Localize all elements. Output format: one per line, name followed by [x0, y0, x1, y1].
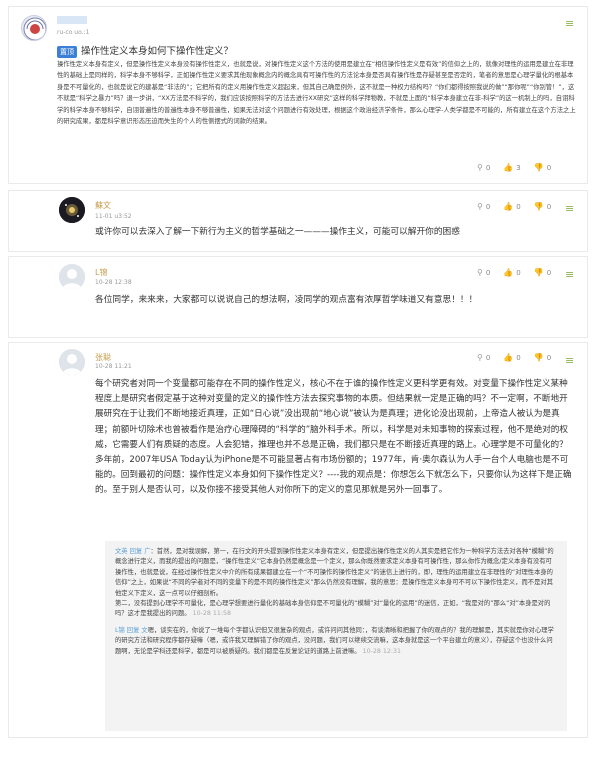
- comment-stats: ⚲ 0 👍 0 👎 0: [477, 353, 551, 362]
- thumbs-down-icon: 👎: [533, 202, 544, 211]
- discussion-page: ru-co uo.:1 ≡ 置顶 操作性定义本身如何下操作性定义？ 操作性定义本身…: [0, 0, 596, 760]
- question-title-text: 操作性定义本身如何下操作性定义？: [81, 46, 234, 57]
- comment-card: L锦 10-28 12:38 ⚲ 0 👍 0 👎 0 ≡ 各位同学，来来来，大家都可以…: [8, 256, 588, 338]
- eye-icon: ⚲: [477, 268, 483, 277]
- dislike-stat[interactable]: 👎 0: [534, 163, 551, 172]
- eye-icon: ⚲: [477, 202, 483, 211]
- reply-item: 文英 回复 广：首然，是对我误解，第一，在行文的开头提到操作性定义本身有定义，但…: [115, 547, 557, 620]
- reply-time: 10-28 11:58: [192, 610, 232, 618]
- like-stat[interactable]: 👍 3: [503, 163, 520, 172]
- user-avatar[interactable]: [21, 15, 47, 41]
- menu-icon[interactable]: ≡: [565, 269, 575, 280]
- view-stat[interactable]: ⚲ 0: [477, 163, 490, 172]
- like-stat[interactable]: 👍 0: [503, 268, 520, 277]
- eye-icon: ⚲: [477, 163, 483, 172]
- thumbs-up-icon: 👍: [503, 163, 514, 172]
- commenter-name[interactable]: L锦: [95, 267, 107, 278]
- reply-text: 嗯，谈实在的，你说了一堆每个字都认识但又很复杂的观点，或许问问其他同：，有谈清晰…: [115, 626, 554, 655]
- commenter-avatar[interactable]: [59, 197, 85, 223]
- thumbs-up-icon: 👍: [503, 268, 514, 277]
- question-user-meta: ru-co uo.:1: [57, 29, 90, 36]
- commenter-name[interactable]: 张聪: [95, 352, 111, 363]
- pinned-badge: 置顶: [57, 45, 77, 58]
- comment-card: 张聪 10-28 11:21 ⚲ 0 👍 0 👎 0 ≡ 每个研究者对同一个变量都可能…: [8, 342, 588, 738]
- like-stat[interactable]: 👍 0: [503, 353, 520, 362]
- question-body: 操作性定义本身有定义，但是操作性定义本身没有操作性定义，也就是说，对操作性定义这…: [57, 61, 576, 126]
- thumbs-down-icon: 👎: [533, 163, 544, 172]
- eye-icon: ⚲: [477, 353, 483, 362]
- comment-time: 10-28 12:38: [95, 279, 132, 286]
- thumbs-down-icon: 👎: [533, 353, 544, 362]
- question-stats: ⚲ 0 👍 3 👎 0: [477, 163, 551, 172]
- thumbs-down-icon: 👎: [533, 268, 544, 277]
- comment-text: 或许你可以去深入了解一下新行为主义的哲学基础之一———操作主义，可能可以解开你的…: [95, 227, 460, 237]
- menu-icon[interactable]: ≡: [565, 203, 575, 214]
- comment-card: 蘇文 11-01 u3:52 ⚲ 0 👍 0 👎 0 ≡ 或许你可以去深入了解一下新行…: [8, 190, 588, 252]
- like-stat[interactable]: 👍 0: [503, 202, 520, 211]
- comment-text: 每个研究者对同一个变量都可能存在不同的操作性定义，核心不在于谁的操作性定义更科学…: [95, 379, 572, 496]
- reply-list: 文英 回复 广：首然，是对我误解，第一，在行文的开头提到操作性定义本身有定义，但…: [105, 541, 567, 731]
- commenter-avatar[interactable]: [59, 264, 85, 290]
- menu-icon[interactable]: ≡: [565, 18, 575, 29]
- reply-text: ：首然，是对我误解，第一，在行文的开头提到操作性定义本身有定义，但是提出操作性定…: [115, 548, 554, 618]
- view-stat[interactable]: ⚲ 0: [477, 268, 490, 277]
- comment-stats: ⚲ 0 👍 0 👎 0: [477, 202, 551, 211]
- question-username[interactable]: [57, 16, 87, 24]
- view-stat[interactable]: ⚲ 0: [477, 202, 490, 211]
- dislike-stat[interactable]: 👎 0: [534, 202, 551, 211]
- question-card: ru-co uo.:1 ≡ 置顶 操作性定义本身如何下操作性定义？ 操作性定义本身…: [8, 6, 588, 184]
- menu-icon[interactable]: ≡: [565, 355, 575, 366]
- reply-author[interactable]: L锦 回复 文: [115, 627, 148, 634]
- comment-time: 10-28 11:21: [95, 363, 132, 370]
- thumbs-up-icon: 👍: [503, 353, 514, 362]
- reply-time: 10-28 12:31: [362, 647, 402, 655]
- comment-time: 11-01 u3:52: [95, 213, 132, 220]
- comment-stats: ⚲ 0 👍 0 👎 0: [477, 268, 551, 277]
- commenter-name[interactable]: 蘇文: [95, 200, 111, 211]
- view-stat[interactable]: ⚲ 0: [477, 353, 490, 362]
- dislike-stat[interactable]: 👎 0: [534, 353, 551, 362]
- commenter-avatar[interactable]: [59, 349, 85, 375]
- dislike-stat[interactable]: 👎 0: [534, 268, 551, 277]
- reply-author[interactable]: 文英 回复 广: [115, 548, 151, 555]
- comment-text: 各位同学，来来来，大家都可以说说自己的想法啊，凌同学的观点富有浓厚哲学味道又有意…: [95, 295, 478, 305]
- reply-item: L锦 回复 文嗯，谈实在的，你说了一堆每个字都认识但又很复杂的观点，或许问问其他…: [115, 626, 557, 657]
- question-title[interactable]: 置顶 操作性定义本身如何下操作性定义？: [57, 43, 233, 58]
- thumbs-up-icon: 👍: [503, 202, 514, 211]
